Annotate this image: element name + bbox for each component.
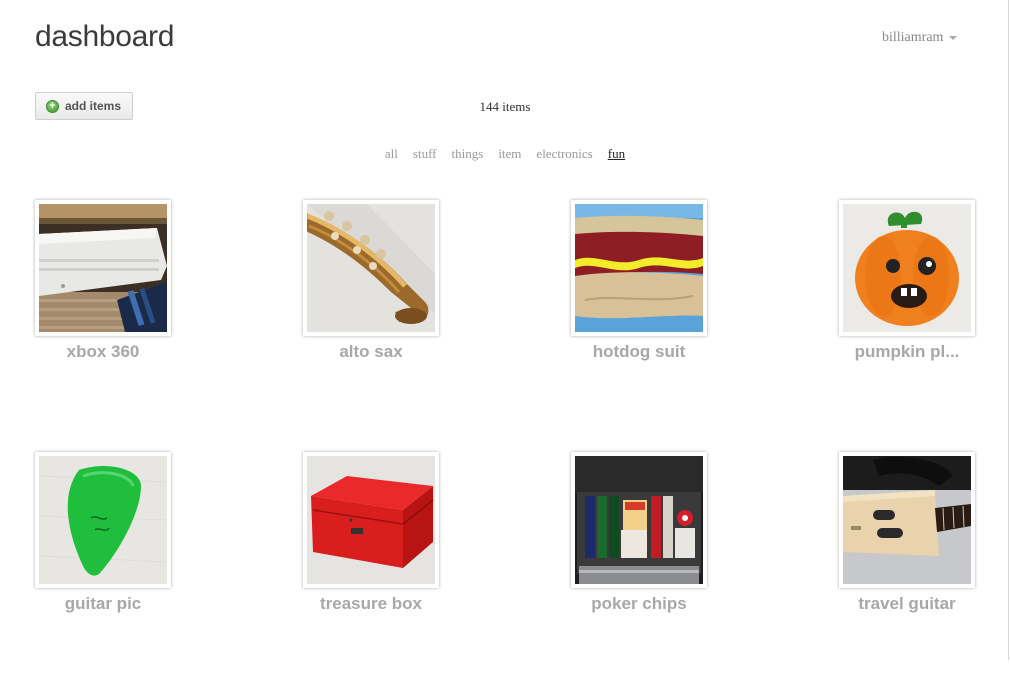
filter-stuff[interactable]: stuff <box>413 146 437 162</box>
item-thumbnail[interactable] <box>35 200 171 336</box>
poker-case-photo <box>575 456 703 584</box>
item-name[interactable]: travel guitar <box>839 594 975 614</box>
item-name[interactable]: treasure box <box>303 594 439 614</box>
item-name[interactable]: poker chips <box>571 594 707 614</box>
caret-down-icon <box>949 36 958 40</box>
item-thumbnail[interactable] <box>839 200 975 336</box>
item-thumbnail[interactable] <box>303 452 439 588</box>
filter-fun[interactable]: fun <box>608 146 625 162</box>
item-name[interactable]: guitar pic <box>35 594 171 614</box>
filter-things[interactable]: things <box>452 146 484 162</box>
filter-electronics[interactable]: electronics <box>536 146 592 162</box>
hotdog-suit-photo <box>575 204 703 332</box>
item-card[interactable]: poker chips <box>571 452 707 614</box>
item-card[interactable]: treasure box <box>303 452 439 614</box>
saxophone-photo <box>307 204 435 332</box>
item-name[interactable]: hotdog suit <box>571 342 707 362</box>
item-name[interactable]: alto sax <box>303 342 439 362</box>
travel-guitar-photo <box>843 456 971 584</box>
item-card[interactable]: hotdog suit <box>571 200 707 362</box>
user-menu[interactable]: billiamram <box>882 30 958 46</box>
pumpkin-plush-photo <box>843 204 971 332</box>
filter-all[interactable]: all <box>385 146 398 162</box>
item-thumbnail[interactable] <box>35 452 171 588</box>
item-thumbnail[interactable] <box>571 452 707 588</box>
guitar-pick-photo <box>39 456 167 584</box>
item-card[interactable]: xbox 360 <box>35 200 171 362</box>
item-card[interactable]: guitar pic <box>35 452 171 614</box>
red-box-photo <box>307 456 435 584</box>
item-name[interactable]: pumpkin pl... <box>839 342 975 362</box>
item-thumbnail[interactable] <box>303 200 439 336</box>
filter-item[interactable]: item <box>498 146 521 162</box>
xbox-photo <box>39 204 167 332</box>
category-filters: all stuff things item electronics fun <box>0 146 1010 162</box>
item-card[interactable]: travel guitar <box>839 452 975 614</box>
username: billiamram <box>882 30 944 45</box>
item-card[interactable]: pumpkin pl... <box>839 200 975 362</box>
item-count: 144 items <box>479 99 531 114</box>
item-thumbnail[interactable] <box>839 452 975 588</box>
item-name[interactable]: xbox 360 <box>35 342 171 362</box>
item-thumbnail[interactable] <box>571 200 707 336</box>
item-card[interactable]: alto sax <box>303 200 439 362</box>
page-title: dashboard <box>35 20 175 53</box>
